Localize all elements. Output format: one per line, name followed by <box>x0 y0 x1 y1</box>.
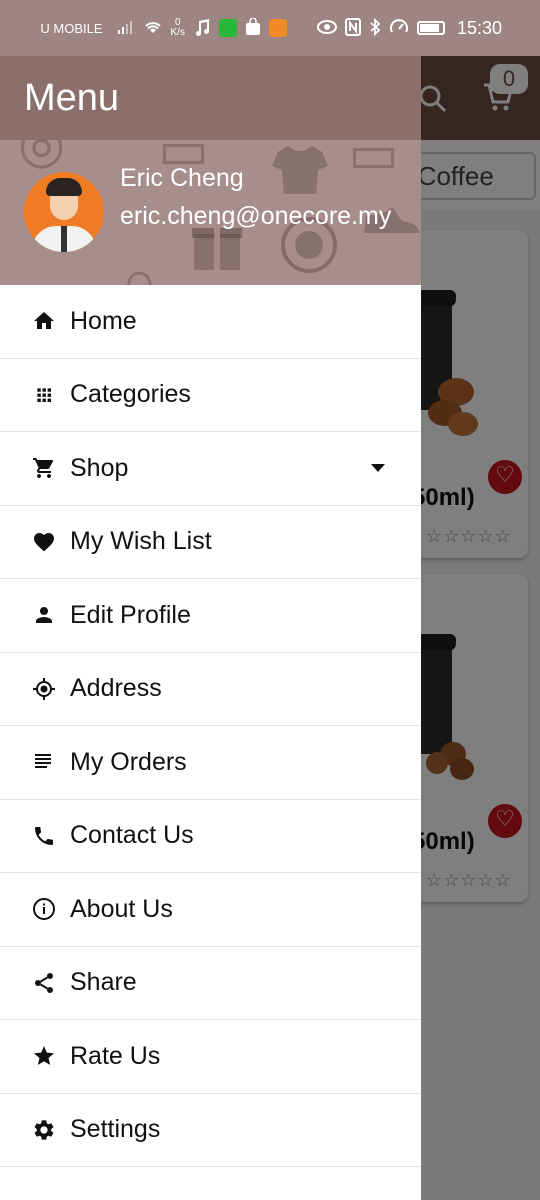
menu-item-label: About Us <box>70 894 173 923</box>
menu-item-share[interactable]: Share <box>0 947 421 1020</box>
menu-item-rate-us[interactable]: Rate Us <box>0 1020 421 1094</box>
home-icon <box>32 309 62 333</box>
menu-item-address[interactable]: Address <box>0 653 421 726</box>
phone-icon <box>32 824 62 848</box>
navigation-drawer: Menu ◎ ▭ ▭ ▭ ∩ Eric Cheng eric.cheng@one… <box>0 56 421 1200</box>
gear-icon <box>32 1118 62 1142</box>
pattern-card-icon: ▭ <box>22 260 73 285</box>
signal-icon <box>117 19 135 38</box>
avatar[interactable] <box>24 172 104 252</box>
bluetooth-icon <box>369 17 381 39</box>
menu-item-label: Home <box>70 306 137 335</box>
nfc-icon <box>344 17 361 39</box>
info-icon <box>32 897 62 921</box>
menu-item-label: Contact Us <box>70 821 194 850</box>
menu-item-label: Edit Profile <box>70 600 191 629</box>
status-bar: U MOBILE 0 K/s 15:30 <box>0 0 540 56</box>
menu-item-about-us[interactable]: About Us <box>0 873 421 947</box>
menu-item-label: Shop <box>70 453 129 482</box>
pattern-headphones-icon: ∩ <box>120 251 159 285</box>
menu-item-label: Rate Us <box>70 1041 161 1070</box>
menu-item-categories[interactable]: Categories <box>0 359 421 432</box>
list-icon <box>32 750 62 774</box>
person-icon <box>32 603 62 627</box>
drawer-menu: Home Categories Shop My Wish List Edit P… <box>0 285 421 1167</box>
user-email: eric.cheng@onecore.my <box>120 202 392 230</box>
app-notification-icon-2 <box>268 19 287 37</box>
heart-icon <box>32 530 62 554</box>
dropdown-arrow-icon[interactable] <box>371 464 385 472</box>
shopping-bag-icon <box>245 16 261 39</box>
drawer-title: Menu <box>24 76 120 119</box>
cart-icon <box>32 456 62 480</box>
clock: 15:30 <box>456 17 502 38</box>
carrier-label: U MOBILE <box>40 20 103 36</box>
drawer-header: ◎ ▭ ▭ ▭ ∩ Eric Cheng eric.cheng@onecore.… <box>0 140 421 285</box>
menu-item-label: Settings <box>70 1115 161 1144</box>
menu-item-edit-profile[interactable]: Edit Profile <box>0 579 421 653</box>
menu-item-label: Share <box>70 968 137 997</box>
speedometer-icon <box>389 18 409 39</box>
net-speed: 0 K/s <box>171 18 185 38</box>
music-icon <box>193 18 211 39</box>
menu-item-contact-us[interactable]: Contact Us <box>0 800 421 873</box>
menu-item-label: My Wish List <box>70 527 212 556</box>
location-icon <box>32 677 62 701</box>
share-icon <box>32 971 62 995</box>
menu-item-wish-list[interactable]: My Wish List <box>0 506 421 579</box>
menu-item-settings[interactable]: Settings <box>0 1094 421 1167</box>
wifi-icon <box>143 19 163 38</box>
menu-item-label: Address <box>70 674 162 703</box>
user-name: Eric Cheng <box>120 164 244 192</box>
app-notification-icon <box>218 19 237 37</box>
menu-item-my-orders[interactable]: My Orders <box>0 726 421 800</box>
grid-icon <box>32 383 62 407</box>
drawer-title-bar: Menu <box>0 56 421 140</box>
eye-icon <box>316 19 337 37</box>
pattern-monitor-icon: ▭ <box>348 140 400 184</box>
menu-item-label: Categories <box>70 380 191 409</box>
battery-icon <box>416 21 445 35</box>
star-icon <box>32 1044 62 1068</box>
menu-item-home[interactable]: Home <box>0 285 421 359</box>
pattern-ball-icon: ◎ <box>18 140 66 174</box>
net-speed-unit: K/s <box>170 27 185 38</box>
menu-item-shop[interactable]: Shop <box>0 432 421 506</box>
menu-item-label: My Orders <box>70 747 187 776</box>
